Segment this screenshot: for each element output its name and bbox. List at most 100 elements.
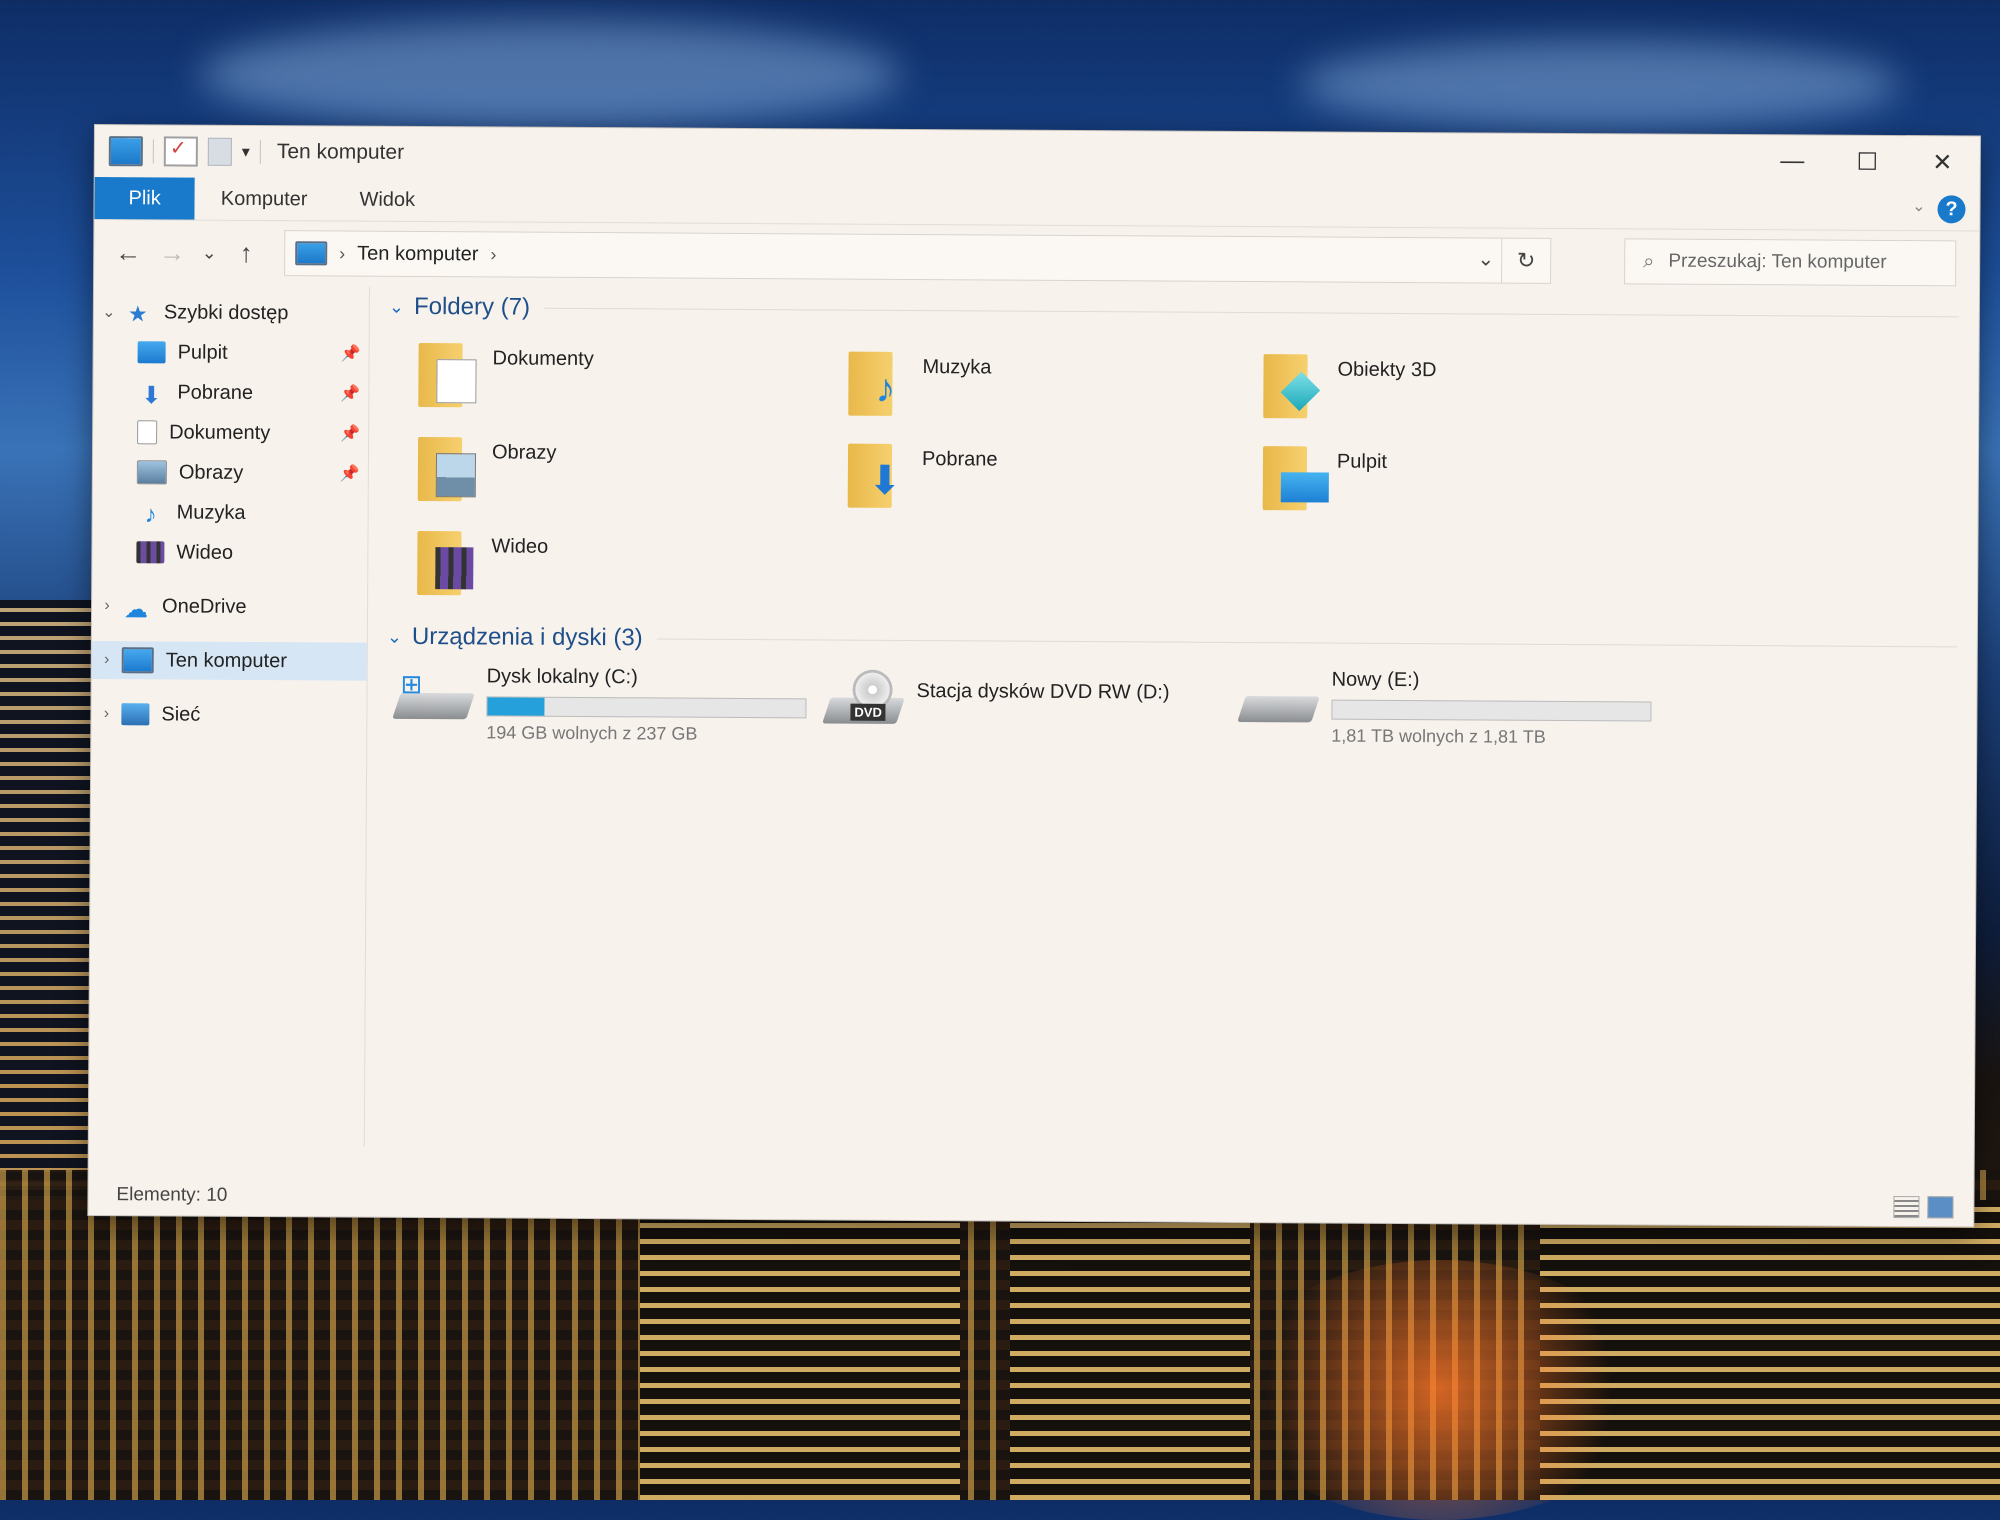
maximize-button[interactable]: ☐	[1830, 136, 1905, 188]
sidebar-item-pulpit[interactable]: Pulpit 📌	[93, 333, 368, 373]
search-box[interactable]: ⌕ Przeszukaj: Ten komputer	[1624, 238, 1956, 286]
video-folder-icon	[417, 525, 473, 595]
expand-chevron-icon[interactable]: ›	[91, 705, 121, 723]
customize-toolbar-chevron-icon[interactable]: ▾	[242, 142, 250, 162]
collapse-chevron-icon[interactable]: ⌄	[94, 302, 124, 322]
sidebar-item-label: Pobrane	[177, 381, 253, 404]
tab-plik[interactable]: Plik	[94, 177, 194, 220]
drive-usage-bar	[1331, 700, 1651, 722]
folder-wideo[interactable]: Wideo	[417, 525, 548, 596]
address-bar[interactable]: › Ten komputer › ⌄ ↻	[284, 230, 1551, 284]
sidebar-item-label: Dokumenty	[169, 421, 270, 445]
folder-label: Wideo	[491, 535, 548, 558]
sidebar-item-label: Obrazy	[179, 461, 244, 484]
pin-icon[interactable]: 📌	[340, 424, 360, 444]
sidebar-item-pobrane[interactable]: ⬇ Pobrane 📌	[93, 373, 368, 413]
details-view-icon[interactable]	[1893, 1196, 1919, 1218]
folder-obrazy[interactable]: Obrazy	[418, 431, 557, 502]
folder-label: Obiekty 3D	[1337, 359, 1436, 383]
window-title: Ten komputer	[277, 140, 404, 165]
recent-locations-chevron-icon[interactable]: ⌄	[194, 242, 224, 263]
quick-access-star-icon: ★	[124, 301, 152, 323]
new-folder-icon[interactable]	[208, 138, 232, 166]
tab-widok[interactable]: Widok	[333, 178, 441, 221]
folder-label: Muzyka	[922, 356, 991, 379]
sidebar-item-dokumenty[interactable]: Dokumenty 📌	[93, 413, 368, 453]
divider	[544, 307, 1959, 317]
windows-drive-icon: ⊞	[396, 665, 472, 725]
drive-label: Dysk lokalny (C:)	[487, 665, 807, 690]
expand-ribbon-chevron-icon[interactable]: ⌄	[1912, 196, 1926, 216]
pin-icon[interactable]: 📌	[340, 464, 360, 484]
navigation-pane: ⌄ ★ Szybki dostęp Pulpit 📌 ⬇ Pobrane 📌 D…	[89, 285, 370, 1147]
drive-d[interactable]: DVD Stacja dysków DVD RW (D:)	[826, 669, 1169, 731]
pin-icon[interactable]: 📌	[341, 344, 361, 364]
folder-obiekty-3d[interactable]: Obiekty 3D	[1263, 348, 1436, 419]
breadcrumb-separator[interactable]: ›	[339, 243, 345, 264]
drive-info: Nowy (E:) 1,81 TB wolnych z 1,81 TB	[1331, 669, 1651, 749]
sidebar-item-wideo[interactable]: Wideo	[92, 533, 367, 573]
sidebar-item-label: OneDrive	[162, 595, 247, 619]
forward-button[interactable]: →	[150, 237, 194, 268]
file-explorer-window: ▾ Ten komputer — ☐ ✕ Plik Komputer Widok…	[88, 125, 1980, 1226]
properties-icon[interactable]	[164, 136, 198, 166]
sidebar-item-label: Ten komputer	[166, 649, 287, 673]
sidebar-item-label: Muzyka	[177, 501, 246, 524]
search-icon: ⌕	[1643, 250, 1654, 273]
search-placeholder[interactable]: Przeszukaj: Ten komputer	[1668, 251, 1886, 274]
this-pc-icon	[122, 647, 154, 673]
address-history-chevron-icon[interactable]: ⌄	[1477, 246, 1494, 271]
street-glow	[1230, 1260, 1650, 1520]
drive-c[interactable]: ⊞ Dysk lokalny (C:) 194 GB wolnych z 237…	[396, 665, 806, 746]
sidebar-item-ten-komputer[interactable]: › Ten komputer	[92, 641, 367, 681]
sidebar-item-obrazy[interactable]: Obrazy 📌	[93, 453, 368, 493]
sidebar-item-muzyka[interactable]: ♪ Muzyka	[93, 493, 368, 533]
close-button[interactable]: ✕	[1905, 136, 1980, 188]
drive-e[interactable]: Nowy (E:) 1,81 TB wolnych z 1,81 TB	[1241, 668, 1651, 749]
sidebar-item-onedrive[interactable]: › ☁ OneDrive	[92, 587, 367, 627]
music-folder-icon: ♪	[848, 346, 904, 416]
downloads-icon: ⬇	[137, 381, 165, 403]
minimize-button[interactable]: —	[1755, 135, 1830, 187]
downloads-folder-icon: ⬇	[848, 438, 904, 508]
collapse-chevron-icon[interactable]: ⌄	[389, 296, 404, 317]
collapse-chevron-icon[interactable]: ⌄	[387, 626, 402, 647]
folder-muzyka[interactable]: ♪ Muzyka	[848, 346, 991, 417]
quick-access-toolbar: ▾	[109, 136, 261, 167]
tab-komputer[interactable]: Komputer	[195, 178, 334, 221]
cloud	[1300, 40, 1900, 130]
up-button[interactable]: ↑	[224, 237, 268, 268]
folders-group-header[interactable]: ⌄ Foldery (7)	[389, 293, 1959, 331]
sidebar-item-label: Pulpit	[178, 341, 228, 364]
folder-label: Pobrane	[922, 448, 998, 471]
content-pane: ⌄ Foldery (7) Dokumenty ♪ Muzyka Obiekty…	[374, 287, 1979, 1157]
drives-group-header[interactable]: ⌄ Urządzenia i dyski (3)	[387, 623, 1957, 661]
expand-chevron-icon[interactable]: ›	[92, 651, 122, 669]
network-icon	[121, 703, 149, 725]
sidebar-item-label: Wideo	[176, 541, 233, 564]
city-skyline	[0, 600, 92, 1200]
view-switcher	[1893, 1196, 1953, 1218]
breadcrumb-ten-komputer[interactable]: Ten komputer	[357, 242, 478, 266]
sidebar-item-szybki-dostep[interactable]: ⌄ ★ Szybki dostęp	[94, 293, 369, 333]
drive-free-space: 1,81 TB wolnych z 1,81 TB	[1331, 726, 1651, 749]
folder-pobrane[interactable]: ⬇ Pobrane	[848, 438, 998, 509]
separator	[153, 139, 154, 163]
pin-icon[interactable]: 📌	[340, 384, 360, 404]
drive-usage-bar	[486, 696, 806, 718]
documents-icon	[137, 420, 157, 444]
large-icons-view-icon[interactable]	[1927, 1196, 1953, 1218]
folder-dokumenty[interactable]: Dokumenty	[418, 337, 594, 408]
hard-drive-icon	[1241, 668, 1317, 728]
item-count: Elementy: 10	[116, 1184, 227, 1207]
sidebar-item-siec[interactable]: › Sieć	[91, 695, 366, 735]
expand-chevron-icon[interactable]: ›	[92, 597, 122, 615]
folder-pulpit[interactable]: Pulpit	[1263, 440, 1387, 511]
back-button[interactable]: ←	[106, 237, 150, 268]
drive-info: Stacja dysków DVD RW (D:)	[916, 670, 1169, 705]
drive-info: Dysk lokalny (C:) 194 GB wolnych z 237 G…	[486, 665, 806, 745]
drive-label: Nowy (E:)	[1332, 669, 1652, 694]
refresh-button[interactable]: ↻	[1501, 239, 1550, 283]
breadcrumb-separator[interactable]: ›	[490, 244, 496, 265]
help-icon[interactable]: ?	[1937, 195, 1965, 223]
